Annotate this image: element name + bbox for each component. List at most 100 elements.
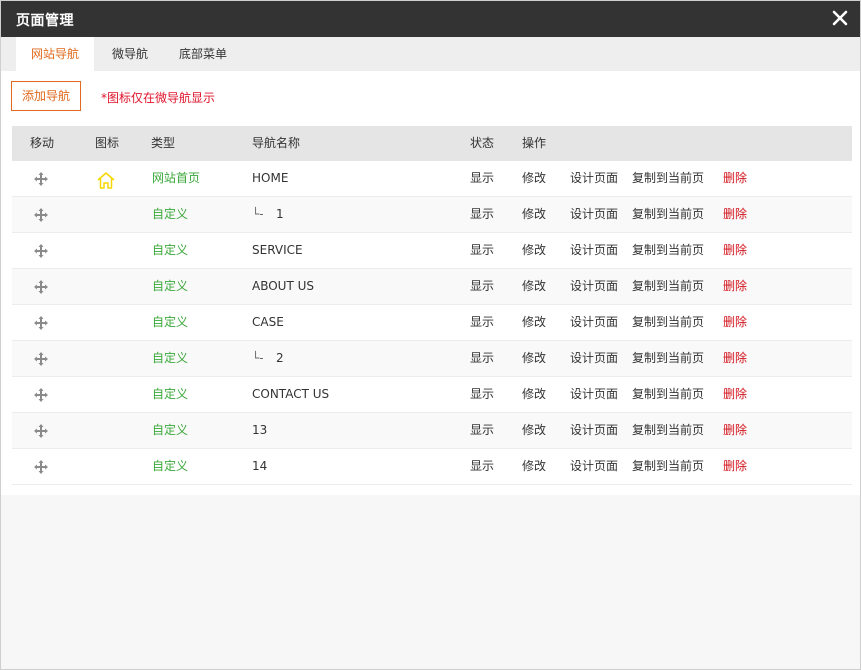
nav-status[interactable]: 显示: [470, 305, 494, 340]
table-row: 自定义 13 显示 修改 设计页面 复制到当前页 删除: [12, 413, 852, 449]
edit-link[interactable]: 修改: [522, 449, 546, 484]
nav-type: 自定义: [152, 279, 189, 293]
table-row: 自定义 └- 2 显示 修改 设计页面 复制到当前页 删除: [12, 341, 852, 377]
nav-name: 1: [276, 207, 284, 221]
header-move: 移动: [30, 136, 55, 150]
edit-link[interactable]: 修改: [522, 413, 546, 448]
move-handle-icon[interactable]: [34, 172, 48, 186]
table-body: 网站首页 HOME 显示 修改 设计页面 复制到当前页 删除 自定义 └- 1 显…: [12, 161, 852, 485]
header-icon: 图标: [95, 136, 120, 150]
sub-item-prefix: └-: [252, 351, 264, 365]
table-header: 移动 图标 类型 导航名称 状态 操作: [12, 126, 852, 161]
nav-status[interactable]: 显示: [470, 233, 494, 268]
move-handle-icon[interactable]: [34, 424, 48, 438]
close-icon[interactable]: [830, 8, 850, 28]
delete-link[interactable]: 删除: [723, 233, 747, 268]
tab-micro-nav[interactable]: 微导航: [98, 37, 162, 71]
tab-site-nav[interactable]: 网站导航: [16, 37, 94, 71]
nav-name: SERVICE: [252, 243, 303, 257]
delete-link[interactable]: 删除: [723, 197, 747, 232]
table-row: 自定义 SERVICE 显示 修改 设计页面 复制到当前页 删除: [12, 233, 852, 269]
nav-name-cell: └- 2: [252, 341, 284, 376]
nav-name: CONTACT US: [252, 387, 330, 401]
copy-to-current-link[interactable]: 复制到当前页: [632, 269, 704, 304]
move-handle-icon[interactable]: [34, 460, 48, 474]
delete-link[interactable]: 删除: [723, 269, 747, 304]
copy-to-current-link[interactable]: 复制到当前页: [632, 197, 704, 232]
design-page-link[interactable]: 设计页面: [570, 161, 618, 196]
copy-to-current-link[interactable]: 复制到当前页: [632, 233, 704, 268]
nav-type: 自定义: [152, 423, 189, 437]
design-page-link[interactable]: 设计页面: [570, 341, 618, 376]
dialog-titlebar: 页面管理: [1, 1, 860, 37]
copy-to-current-link[interactable]: 复制到当前页: [632, 449, 704, 484]
tab-content: 添加导航 *图标仅在微导航显示 移动 图标 类型 导航名称 状态 操作 网站首页…: [1, 71, 860, 495]
delete-link[interactable]: 删除: [723, 449, 747, 484]
table-row: 自定义 └- 1 显示 修改 设计页面 复制到当前页 删除: [12, 197, 852, 233]
nav-type: 自定义: [152, 207, 189, 221]
move-handle-icon[interactable]: [34, 244, 48, 258]
nav-status[interactable]: 显示: [470, 269, 494, 304]
move-handle-icon[interactable]: [34, 316, 48, 330]
nav-type: 自定义: [152, 387, 189, 401]
edit-link[interactable]: 修改: [522, 377, 546, 412]
edit-link[interactable]: 修改: [522, 233, 546, 268]
move-handle-icon[interactable]: [34, 352, 48, 366]
move-handle-icon[interactable]: [34, 280, 48, 294]
delete-link[interactable]: 删除: [723, 161, 747, 196]
table-row: 自定义 ABOUT US 显示 修改 设计页面 复制到当前页 删除: [12, 269, 852, 305]
edit-link[interactable]: 修改: [522, 341, 546, 376]
nav-status[interactable]: 显示: [470, 413, 494, 448]
header-actions: 操作: [522, 136, 547, 150]
move-handle-icon[interactable]: [34, 388, 48, 402]
nav-name: 13: [252, 423, 268, 437]
nav-name-cell: SERVICE: [252, 233, 303, 268]
delete-link[interactable]: 删除: [723, 377, 747, 412]
delete-link[interactable]: 删除: [723, 413, 747, 448]
design-page-link[interactable]: 设计页面: [570, 377, 618, 412]
nav-name-cell: └- 1: [252, 197, 284, 232]
table-row: 自定义 14 显示 修改 设计页面 复制到当前页 删除: [12, 449, 852, 485]
nav-name-cell: 13: [252, 413, 267, 448]
add-nav-button[interactable]: 添加导航: [11, 81, 81, 111]
nav-status[interactable]: 显示: [470, 449, 494, 484]
design-page-link[interactable]: 设计页面: [570, 449, 618, 484]
edit-link[interactable]: 修改: [522, 161, 546, 196]
design-page-link[interactable]: 设计页面: [570, 305, 618, 340]
tab-bar: 网站导航 微导航 底部菜单: [1, 37, 860, 71]
nav-name: ABOUT US: [252, 279, 315, 293]
nav-status[interactable]: 显示: [470, 161, 494, 196]
edit-link[interactable]: 修改: [522, 269, 546, 304]
nav-type: 网站首页: [152, 171, 201, 185]
dialog-title: 页面管理: [16, 13, 74, 29]
design-page-link[interactable]: 设计页面: [570, 197, 618, 232]
table-row: 自定义 CONTACT US 显示 修改 设计页面 复制到当前页 删除: [12, 377, 852, 413]
copy-to-current-link[interactable]: 复制到当前页: [632, 161, 704, 196]
tab-footer-menu[interactable]: 底部菜单: [166, 37, 240, 71]
table-row: 网站首页 HOME 显示 修改 设计页面 复制到当前页 删除: [12, 161, 852, 197]
design-page-link[interactable]: 设计页面: [570, 413, 618, 448]
delete-link[interactable]: 删除: [723, 305, 747, 340]
edit-link[interactable]: 修改: [522, 305, 546, 340]
move-handle-icon[interactable]: [34, 208, 48, 222]
nav-type: 自定义: [152, 459, 189, 473]
copy-to-current-link[interactable]: 复制到当前页: [632, 305, 704, 340]
nav-status[interactable]: 显示: [470, 197, 494, 232]
copy-to-current-link[interactable]: 复制到当前页: [632, 341, 704, 376]
nav-status[interactable]: 显示: [470, 341, 494, 376]
nav-status[interactable]: 显示: [470, 377, 494, 412]
icon-hint: *图标仅在微导航显示: [101, 91, 216, 105]
nav-table: 移动 图标 类型 导航名称 状态 操作 网站首页 HOME 显示 修改 设计页面…: [12, 126, 852, 485]
nav-name: 14: [252, 459, 268, 473]
edit-link[interactable]: 修改: [522, 197, 546, 232]
copy-to-current-link[interactable]: 复制到当前页: [632, 413, 704, 448]
nav-type: 自定义: [152, 315, 189, 329]
nav-name-cell: 14: [252, 449, 267, 484]
design-page-link[interactable]: 设计页面: [570, 233, 618, 268]
delete-link[interactable]: 删除: [723, 341, 747, 376]
copy-to-current-link[interactable]: 复制到当前页: [632, 377, 704, 412]
header-type: 类型: [151, 136, 176, 150]
nav-name: HOME: [252, 171, 289, 185]
design-page-link[interactable]: 设计页面: [570, 269, 618, 304]
nav-name: 2: [276, 351, 284, 365]
